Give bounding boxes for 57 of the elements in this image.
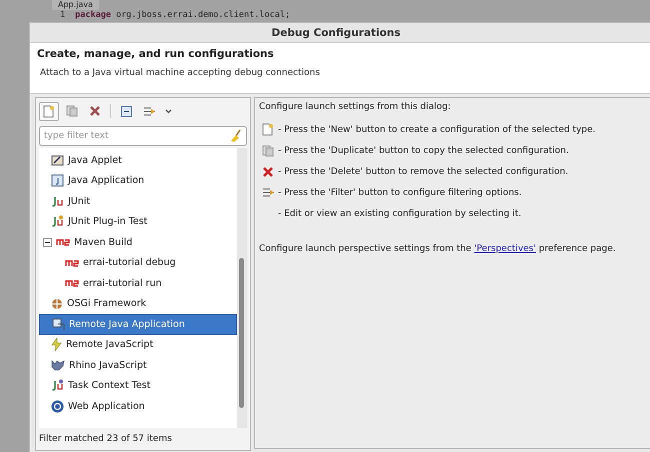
scrollbar[interactable] — [237, 148, 247, 428]
lightning-icon — [51, 338, 62, 352]
gear-icon — [51, 298, 63, 310]
collapse-icon[interactable] — [43, 238, 52, 247]
tree-item[interactable]: OSGi Framework — [39, 294, 237, 314]
delete-icon — [90, 106, 100, 116]
application-icon — [51, 174, 64, 188]
tree-item[interactable]: errai-tutorial run — [39, 273, 237, 294]
filter-field[interactable]: type filter text — [39, 126, 247, 146]
maven-icon — [65, 258, 79, 268]
help-intro: Configure launch settings from this dialog: — [259, 102, 452, 112]
tree-item[interactable]: Web Application — [39, 396, 237, 416]
new-document-icon — [262, 123, 274, 136]
help-text: - Edit or view an existing configuration by selecting it. — [278, 208, 522, 218]
filter-status: Filter matched 23 of 57 items — [38, 433, 173, 446]
maven-icon — [56, 237, 70, 248]
test-icon — [51, 215, 64, 228]
code-line: package org.jboss.errai.demo.client.local; — [75, 10, 290, 21]
tree-item[interactable]: JUnit — [39, 191, 237, 212]
line-number: 1 — [60, 10, 66, 21]
dialog-heading: Create, manage, and run configurations — [37, 48, 275, 60]
help-text: - Press the 'New' button to create a configuration of the selected type. — [278, 124, 596, 134]
junit-icon — [51, 194, 64, 208]
copy-icon — [262, 144, 274, 156]
tree-item[interactable]: Maven Build — [39, 232, 237, 252]
editor-tab[interactable]: App.java — [52, 0, 99, 10]
tree-item[interactable]: Remote Java Application — [39, 314, 237, 334]
perspectives-link[interactable]: 'Perspectives' — [474, 244, 536, 254]
help-text: - Press the 'Filter' button to configure filtering options. — [278, 188, 522, 198]
tree-item[interactable]: errai-tutorial debug — [39, 252, 237, 273]
new-document-icon — [43, 104, 55, 118]
filter-icon — [142, 106, 156, 116]
tree-item[interactable]: Java Application — [39, 170, 237, 191]
tree-item[interactable]: Java Applet — [39, 150, 237, 170]
tree-item[interactable]: JUnit Plug-in Test — [39, 212, 237, 232]
filter-icon — [262, 187, 274, 198]
dialog-message: Attach to a Java virtual machine accepting debug connections — [40, 68, 321, 78]
applet-icon — [51, 154, 64, 167]
tree-item[interactable]: Remote JavaScript — [39, 334, 237, 355]
broom-icon — [230, 129, 242, 143]
globe-icon — [51, 400, 64, 413]
collapse-icon — [120, 106, 132, 116]
window-title: Debug Configurations — [272, 26, 400, 38]
delete-icon — [263, 166, 273, 176]
tree-item[interactable]: Task Context Test — [39, 376, 237, 396]
test-icon — [51, 379, 64, 392]
tree-item[interactable]: Rhino JavaScript — [39, 355, 237, 376]
maven-icon — [65, 278, 79, 288]
perspective-text: Configure launch perspective settings from the 'Perspectives' preference page. — [259, 244, 617, 254]
chevron-down-icon — [164, 108, 172, 114]
rhino-icon — [51, 359, 65, 372]
help-text: - Press the 'Duplicate' button to copy the selected configuration. — [278, 146, 569, 156]
copy-icon — [66, 105, 78, 117]
remote-java-icon — [52, 318, 65, 331]
scrollbar-thumb[interactable] — [239, 258, 244, 408]
help-text: - Press the 'Delete' button to remove the selected configuration. — [278, 166, 568, 176]
new-button[interactable] — [39, 102, 59, 120]
